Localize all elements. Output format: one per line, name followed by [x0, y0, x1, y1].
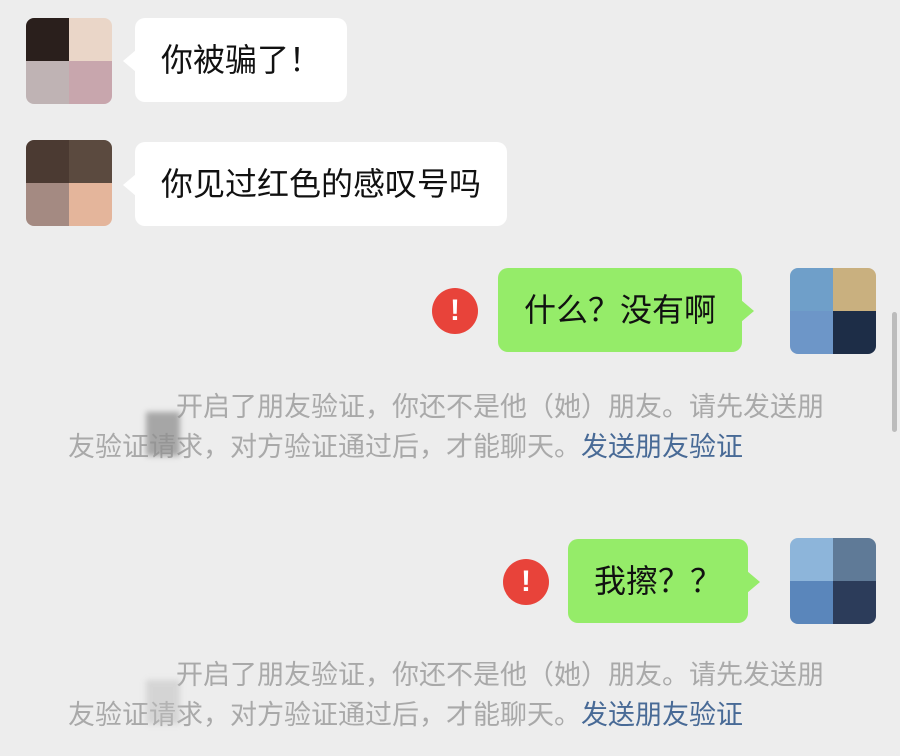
avatar-tile	[833, 538, 876, 581]
send-verification-link[interactable]: 发送朋友验证	[581, 700, 743, 731]
send-failed-icon[interactable]: !	[503, 559, 549, 605]
my-avatar[interactable]	[790, 538, 876, 624]
avatar-tile	[69, 61, 112, 104]
avatar-tile	[26, 18, 69, 61]
my-avatar[interactable]	[790, 268, 876, 354]
friend-verification-notice: 开启了朋友验证，你还不是他（她）朋友。请先发送朋友验证请求，对方验证通过后，才能…	[68, 656, 838, 736]
send-verification-link[interactable]: 发送朋友验证	[581, 432, 743, 463]
outgoing-message-bubble[interactable]: 我擦？？	[568, 539, 761, 623]
avatar-tile	[69, 18, 112, 61]
avatar-tile	[69, 183, 112, 226]
avatar-tile	[790, 581, 833, 624]
incoming-message-bubble[interactable]: 你被骗了！	[122, 18, 348, 102]
avatar-tile	[69, 140, 112, 183]
avatar-tile	[833, 581, 876, 624]
avatar-tile	[790, 268, 833, 311]
contact-avatar[interactable]	[26, 140, 112, 226]
avatar-tile	[833, 268, 876, 311]
incoming-message-bubble[interactable]: 你见过红色的感叹号吗	[122, 142, 508, 226]
chat-window: 你被骗了！ 你见过红色的感叹号吗 ! 什么？没有啊 开启了朋友验证，你还不是他（…	[0, 0, 900, 756]
avatar-tile	[790, 311, 833, 354]
avatar-tile	[26, 61, 69, 104]
scrollbar[interactable]	[892, 312, 897, 432]
friend-verification-notice: 开启了朋友验证，你还不是他（她）朋友。请先发送朋友验证请求，对方验证通过后，才能…	[68, 388, 838, 468]
avatar-tile	[26, 183, 69, 226]
avatar-tile	[790, 538, 833, 581]
avatar-tile	[833, 311, 876, 354]
contact-avatar[interactable]	[26, 18, 112, 104]
avatar-tile	[26, 140, 69, 183]
outgoing-message-bubble[interactable]: 什么？没有啊	[498, 268, 755, 352]
send-failed-icon[interactable]: !	[432, 288, 478, 334]
